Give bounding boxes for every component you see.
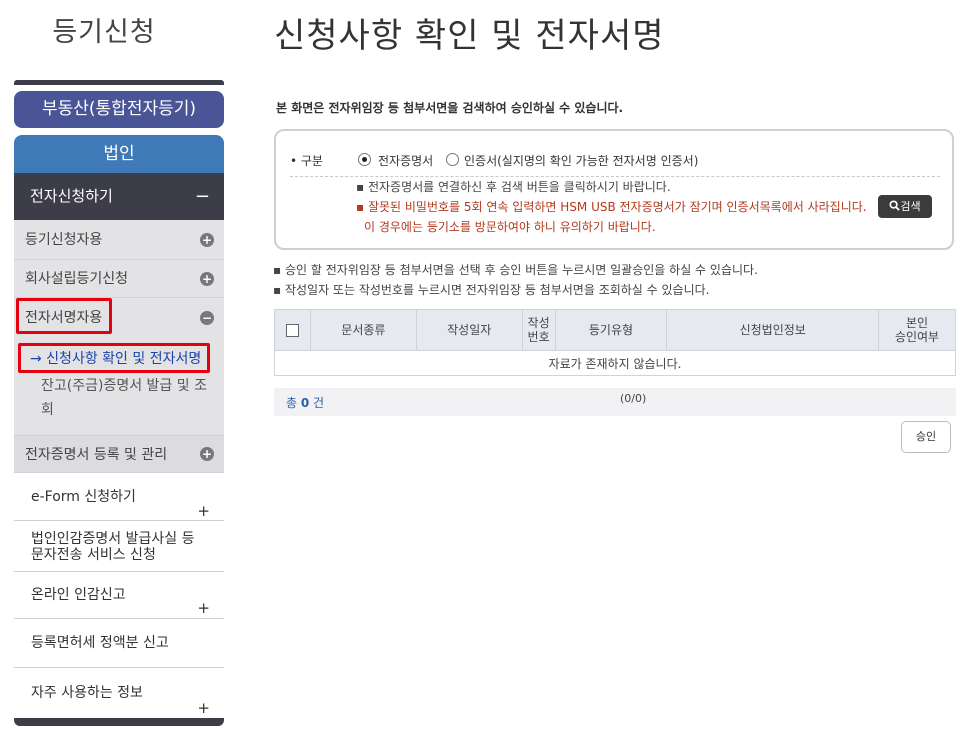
radio-certificate[interactable]	[446, 153, 459, 166]
sidebar-section-e-application[interactable]: 전자신청하기 −	[14, 173, 224, 220]
search-note: ▪ 전자증명서를 연결하신 후 검색 버튼을 클릭하시기 바랍니다.	[356, 180, 671, 194]
total-suffix: 건	[309, 396, 325, 410]
highlight-box-signer	[16, 298, 112, 334]
radio-label-e-certificate[interactable]: 전자증명서	[378, 152, 433, 169]
search-warning-continued: 이 경우에는 등기소를 방문하여야 하니 유의하기 바랍니다.	[364, 220, 656, 234]
expand-icon[interactable]: +	[200, 232, 214, 247]
total-number: 0	[300, 396, 310, 410]
total-count: 총 0 건	[286, 394, 324, 411]
sidebar-item-label: 등록면허세 정액분 신고	[31, 635, 169, 651]
sidebar-item-online-seal[interactable]: 온라인 인감신고 +	[14, 572, 224, 619]
sidebar-item-e-certificate[interactable]: 전자증명서 등록 및 관리 +	[14, 435, 224, 473]
sidebar-item-sms-service[interactable]: 법인인감증명서 발급사실 등 문자전송 서비스 신청	[14, 521, 224, 572]
pager: (0/0)	[620, 392, 647, 405]
sidebar-item-favorites[interactable]: 자주 사용하는 정보 +	[14, 668, 224, 718]
table-row: 자료가 존재하지 않습니다.	[274, 350, 956, 376]
sidebar-item-label: 전자증명서 등록 및 관리	[25, 447, 168, 463]
search-icon	[889, 200, 901, 211]
sidebar-item-registration-tax[interactable]: 등록면허세 정액분 신고	[14, 619, 224, 668]
collapse-icon[interactable]: −	[200, 311, 214, 325]
empty-message: 자료가 존재하지 않습니다.	[274, 350, 956, 376]
sidebar-item-label: 회사설립등기신청	[25, 271, 129, 287]
expand-icon[interactable]: +	[200, 447, 214, 461]
table-header-row: 문서종류 작성일자 작성 번호 등기유형 신청법인정보 본인 승인여부	[274, 309, 956, 351]
sidebar-item-label: e-Form 신청하기	[31, 489, 136, 505]
col-doc-type: 문서종류	[309, 309, 417, 351]
sidebar-item-label: 자주 사용하는 정보	[31, 685, 143, 701]
sidebar-item-label: 법인인감증명서 발급사실 등 문자전송 서비스 신청	[31, 531, 195, 563]
approve-button[interactable]: 승인	[901, 421, 951, 453]
sidebar-leaf-balance-certificate[interactable]: 잔고(주금)증명서 발급 및 조회	[41, 374, 216, 422]
search-panel: • 구분 전자증명서 인증서(실지명의 확인 가능한 전자서명 인증서) ▪ 전…	[274, 129, 954, 250]
paging-bar: 총 0 건 (0/0)	[274, 388, 956, 416]
radio-label-certificate[interactable]: 인증서(실지명의 확인 가능한 전자서명 인증서)	[464, 152, 698, 169]
col-date[interactable]: 작성일자	[415, 309, 523, 351]
select-all-checkbox[interactable]	[285, 324, 299, 337]
highlight-box-active-leaf	[18, 343, 210, 373]
sidebar-bottom-bar	[14, 718, 224, 726]
category-label: • 구분	[290, 154, 323, 168]
sidebar-item-label: 등기신청자용	[25, 232, 103, 248]
corporate-menu-button[interactable]: 법인	[14, 135, 224, 173]
document-table: 문서종류 작성일자 작성 번호 등기유형 신청법인정보 본인 승인여부 자료가 …	[274, 309, 956, 376]
sidebar-item-applicant[interactable]: 등기신청자용 +	[14, 220, 224, 260]
sidebar: 등기신청 부동산(통합전자등기) 법인 전자신청하기 − 등기신청자용 + 회사…	[14, 0, 224, 731]
sidebar-item-company-registration[interactable]: 회사설립등기신청 +	[14, 260, 224, 298]
col-number[interactable]: 작성 번호	[521, 309, 556, 351]
select-all-cell[interactable]	[274, 309, 311, 351]
sidebar-item-eform[interactable]: e-Form 신청하기 +	[14, 473, 224, 521]
search-button[interactable]: 검색	[878, 195, 932, 218]
page-title: 신청사항 확인 및 전자서명	[274, 16, 665, 56]
divider	[290, 176, 940, 177]
guide-text: ▪ 작성일자 또는 작성번호를 누르시면 전자위임장 등 첨부서면을 조회하실 …	[273, 283, 710, 297]
sidebar-title: 등기신청	[52, 17, 156, 48]
search-warning: ▪ 잘못된 비밀번호를 5회 연속 입력하면 HSM USB 전자증명서가 잠기…	[356, 200, 867, 214]
total-prefix: 총	[286, 396, 301, 410]
radio-e-certificate[interactable]	[358, 153, 371, 166]
sidebar-item-label: 온라인 인감신고	[31, 587, 126, 603]
col-self-approval: 본인 승인여부	[878, 309, 956, 351]
page-description: 본 화면은 전자위임장 등 첨부서면을 검색하여 승인하실 수 있습니다.	[276, 101, 624, 115]
expand-icon[interactable]: +	[200, 271, 214, 286]
search-button-label: 검색	[900, 200, 921, 213]
collapse-icon[interactable]: −	[195, 173, 210, 220]
guide-text: ▪ 승인 할 전자위임장 등 첨부서면을 선택 후 승인 버튼을 누르시면 일괄…	[273, 263, 758, 277]
col-reg-type: 등기유형	[554, 309, 668, 351]
col-corp-info: 신청법인정보	[666, 309, 880, 351]
realestate-menu-button[interactable]: 부동산(통합전자등기)	[14, 91, 224, 128]
section-label: 전자신청하기	[30, 187, 113, 205]
sidebar-top-bar	[14, 80, 224, 85]
